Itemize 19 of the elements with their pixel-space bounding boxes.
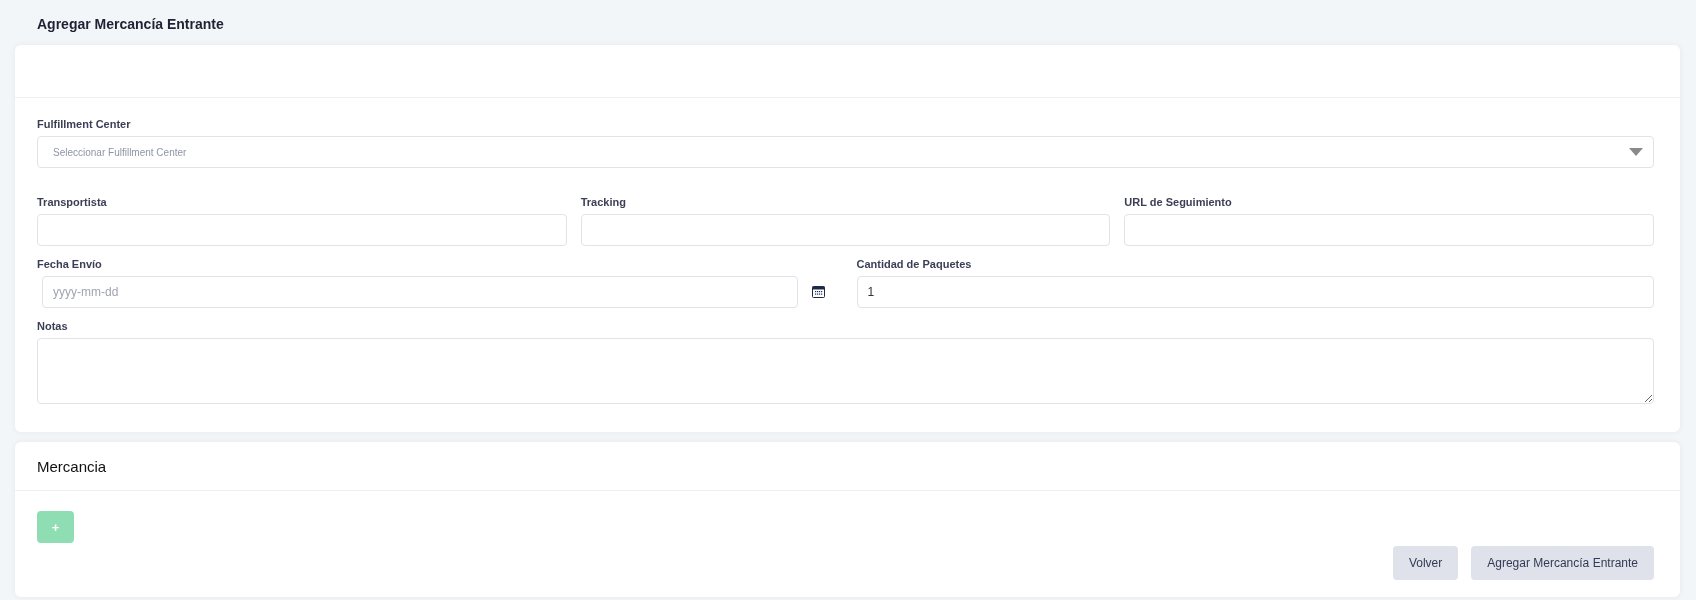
action-button[interactable]: Agregar Mercancía Entrante (1471, 546, 1654, 580)
page-title: Agregar Mercancía Entrante (36, 15, 225, 34)
input-field[interactable] (1124, 214, 1654, 246)
notes-field[interactable] (37, 338, 1654, 404)
field-label: Notas (37, 320, 69, 332)
field-label: URL de Seguimiento (1124, 196, 1233, 208)
caret-icon (1629, 148, 1643, 156)
input-field[interactable] (37, 214, 567, 246)
field-label: Transportista (37, 196, 108, 208)
field-label: Cantidad de Paquetes (856, 258, 973, 270)
section-title: Mercancia (37, 457, 107, 475)
field-label: Tracking (580, 196, 627, 208)
date-field[interactable]: yyyy-mm-dd (42, 276, 798, 308)
field-label: Fulfillment Center (37, 118, 132, 130)
action-button[interactable]: Volver (1392, 546, 1459, 580)
field-label: Fecha Envío (37, 258, 103, 270)
input-field[interactable] (580, 214, 1111, 246)
input-field[interactable]: 1 (856, 276, 1654, 308)
calendar-icon[interactable] (811, 286, 825, 298)
